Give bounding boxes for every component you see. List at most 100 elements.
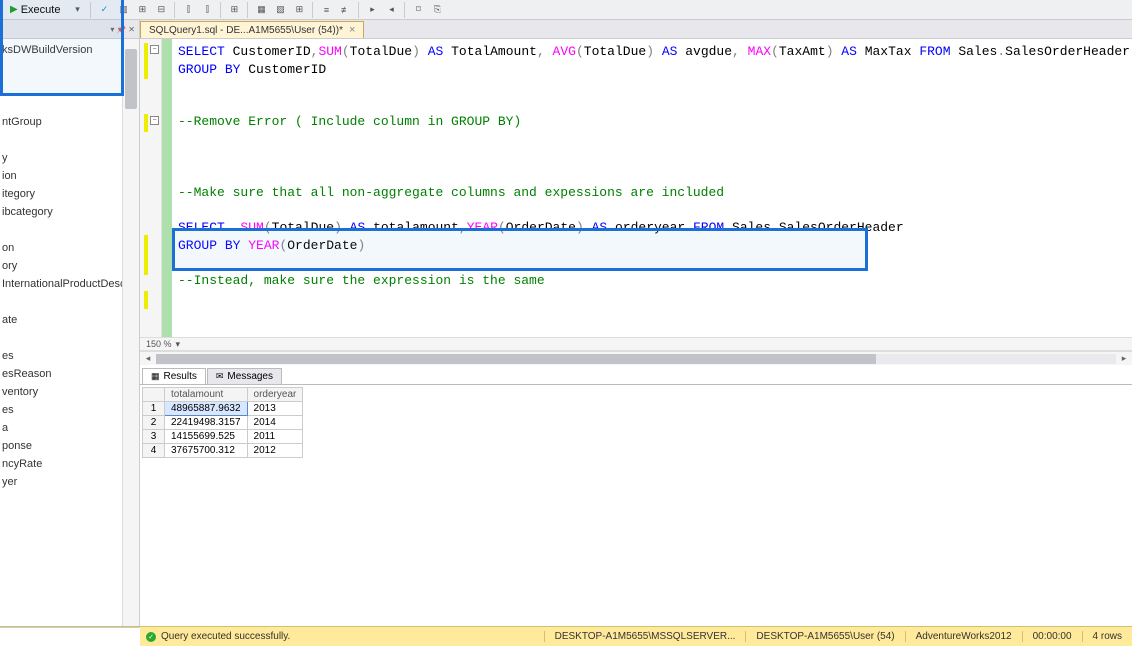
zoom-level[interactable]: 150 % — [146, 339, 172, 349]
message-icon: ✉ — [216, 371, 224, 382]
tree-item[interactable]: on — [0, 239, 139, 257]
tree-item[interactable]: ksDWBuildVersion — [0, 41, 139, 59]
column-header[interactable]: orderyear — [247, 388, 303, 402]
scrollbar-thumb[interactable] — [156, 354, 876, 364]
uncomment-icon[interactable]: ≢ — [337, 2, 353, 18]
cell-orderyear[interactable]: 2012 — [247, 444, 303, 458]
tree-item[interactable]: a — [0, 419, 139, 437]
execute-button[interactable]: ▶ Execute — [4, 1, 66, 19]
results-grid-area[interactable]: totalamountorderyear148965887.9632201322… — [140, 385, 1132, 626]
tree-item[interactable]: ate — [0, 311, 139, 329]
tree-item[interactable]: ion — [0, 167, 139, 185]
tree-item[interactable]: ponse — [0, 437, 139, 455]
status-message: ✓ Query executed successfully. — [140, 631, 544, 642]
tree-item[interactable] — [0, 329, 139, 347]
tree-item[interactable]: yer — [0, 473, 139, 491]
results-tabs: ▦ Results ✉ Messages — [140, 365, 1132, 385]
toolbar-btn-2[interactable]: ⊞ — [134, 2, 150, 18]
fold-icon[interactable]: − — [150, 45, 159, 54]
editor-gutter: − − — [140, 39, 162, 337]
scroll-right-icon[interactable]: ▸ — [1116, 353, 1132, 364]
toolbar-separator — [90, 2, 91, 18]
status-db: AdventureWorks2012 — [905, 631, 1022, 642]
toolbar-btn-8[interactable]: ▧ — [272, 2, 288, 18]
toolbar-btn-11[interactable]: ⎘ — [429, 2, 445, 18]
row-number: 2 — [143, 416, 165, 430]
object-explorer: ▾ 📌 ✕ ksDWBuildVersion ntGroup yionitego… — [0, 20, 140, 626]
cell-totalamount[interactable]: 14155699.525 — [165, 430, 248, 444]
outdent-icon[interactable]: ◂ — [383, 2, 399, 18]
results-grid[interactable]: totalamountorderyear148965887.9632201322… — [142, 387, 303, 458]
scrollbar-horizontal[interactable]: ◂ ▸ — [140, 351, 1132, 365]
table-row[interactable]: 148965887.96322013 — [143, 402, 303, 416]
tree-item[interactable]: InternationalProductDescription — [0, 275, 139, 293]
scrollbar-thumb[interactable] — [125, 49, 137, 109]
toolbar-separator — [358, 2, 359, 18]
cell-orderyear[interactable]: 2013 — [247, 402, 303, 416]
cell-orderyear[interactable]: 2011 — [247, 430, 303, 444]
tree-item[interactable]: itegory — [0, 185, 139, 203]
toolbar: ▶ Execute ▾ ✓ ▥ ⊞ ⊟ ⫿ ⫿ ⊞ ▦ ▧ ⊞ ≡ ≢ ▸ ◂ … — [0, 0, 1132, 20]
close-icon[interactable]: ✕ — [128, 25, 135, 34]
toolbar-separator — [174, 2, 175, 18]
table-row[interactable]: 314155699.5252011 — [143, 430, 303, 444]
toolbar-btn-6[interactable]: ⊞ — [226, 2, 242, 18]
document-tabs: SQLQuery1.sql - DE...A1M5655\User (54))*… — [140, 20, 1132, 39]
toolbar-btn-9[interactable]: ⊞ — [291, 2, 307, 18]
tree-item[interactable] — [0, 293, 139, 311]
table-row[interactable]: 222419498.31572014 — [143, 416, 303, 430]
tab-close-icon[interactable]: × — [349, 24, 355, 36]
status-text: Query executed successfully. — [161, 631, 290, 642]
scroll-left-icon[interactable]: ◂ — [140, 353, 156, 364]
cell-totalamount[interactable]: 22419498.3157 — [165, 416, 248, 430]
toolbar-separator — [247, 2, 248, 18]
toolbar-btn-1[interactable]: ▥ — [115, 2, 131, 18]
tree-view[interactable]: ksDWBuildVersion ntGroup yionitegoryibca… — [0, 39, 139, 491]
check-icon[interactable]: ✓ — [96, 2, 112, 18]
zoom-dropdown-icon[interactable]: ▾ — [176, 339, 181, 350]
toolbar-btn-7[interactable]: ▦ — [253, 2, 269, 18]
tree-item[interactable]: ory — [0, 257, 139, 275]
tree-item[interactable] — [0, 59, 139, 77]
scrollbar-vertical[interactable] — [122, 39, 139, 626]
tree-item[interactable]: es — [0, 347, 139, 365]
debug-icon[interactable]: ▾ — [69, 2, 85, 18]
tree-item[interactable] — [0, 95, 139, 113]
cell-totalamount[interactable]: 48965887.9632 — [165, 402, 248, 416]
tree-item[interactable]: esReason — [0, 365, 139, 383]
dropdown-icon[interactable]: ▾ — [110, 25, 114, 34]
tree-item[interactable]: y — [0, 149, 139, 167]
tab-results[interactable]: ▦ Results — [142, 368, 206, 384]
column-header[interactable] — [143, 388, 165, 402]
table-row[interactable]: 437675700.3122012 — [143, 444, 303, 458]
tree-item[interactable]: ibcategory — [0, 203, 139, 221]
tree-item[interactable]: ntGroup — [0, 113, 139, 131]
comment-icon[interactable]: ≡ — [318, 2, 334, 18]
grid-icon: ▦ — [151, 371, 160, 382]
status-cells: DESKTOP-A1M5655\MSSQLSERVER... DESKTOP-A… — [544, 631, 1132, 642]
tree-item[interactable] — [0, 221, 139, 239]
toolbar-btn-5[interactable]: ⫿ — [199, 2, 215, 18]
toolbar-btn-10[interactable]: ⌑ — [410, 2, 426, 18]
tree-item[interactable]: ncyRate — [0, 455, 139, 473]
editor-area: SQLQuery1.sql - DE...A1M5655\User (54))*… — [140, 20, 1132, 626]
status-left-blank — [0, 627, 140, 646]
column-header[interactable]: totalamount — [165, 388, 248, 402]
tab-sqlquery1[interactable]: SQLQuery1.sql - DE...A1M5655\User (54))*… — [140, 21, 364, 38]
tab-title: SQLQuery1.sql - DE...A1M5655\User (54))* — [149, 25, 343, 36]
fold-icon[interactable]: − — [150, 116, 159, 125]
tab-messages[interactable]: ✉ Messages — [207, 368, 282, 384]
cell-totalamount[interactable]: 37675700.312 — [165, 444, 248, 458]
tree-item[interactable]: es — [0, 401, 139, 419]
tree-item[interactable] — [0, 131, 139, 149]
toolbar-btn-4[interactable]: ⫿ — [180, 2, 196, 18]
panel-header: ▾ 📌 ✕ — [0, 20, 139, 39]
status-server: DESKTOP-A1M5655\MSSQLSERVER... — [544, 631, 746, 642]
code-editor[interactable]: SELECT CustomerID,SUM(TotalDue) AS Total… — [172, 39, 1132, 337]
tree-item[interactable] — [0, 77, 139, 95]
pin-icon[interactable]: 📌 — [116, 25, 126, 34]
toolbar-btn-3[interactable]: ⊟ — [153, 2, 169, 18]
indent-icon[interactable]: ▸ — [364, 2, 380, 18]
cell-orderyear[interactable]: 2014 — [247, 416, 303, 430]
tree-item[interactable]: ventory — [0, 383, 139, 401]
